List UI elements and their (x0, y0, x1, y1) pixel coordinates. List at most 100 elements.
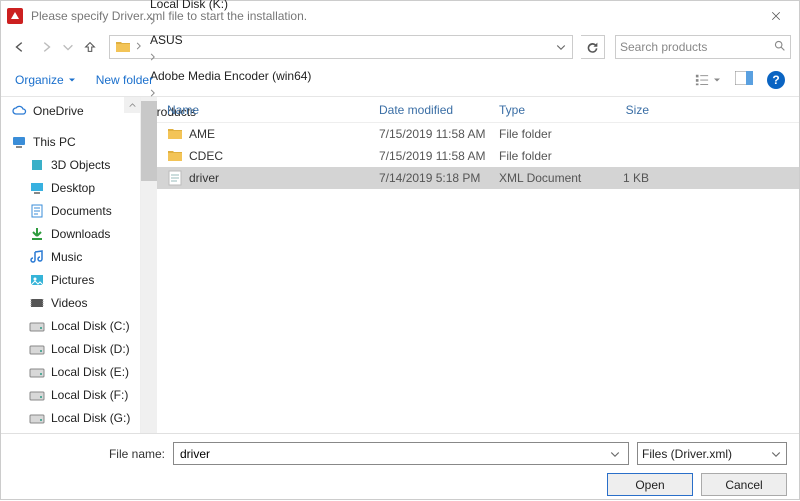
file-row[interactable]: CDEC7/15/2019 11:58 AMFile folder (157, 145, 799, 167)
breadcrumb-item[interactable]: Adobe Media Encoder (win64) (146, 65, 315, 87)
tree-item[interactable]: Local Disk (E:) (1, 360, 140, 383)
file-row[interactable]: AME7/15/2019 11:58 AMFile folder (157, 123, 799, 145)
organize-menu[interactable]: Organize (15, 73, 76, 87)
filename-dropdown[interactable] (606, 448, 624, 460)
column-headers: Name Date modified Type Size (157, 97, 799, 123)
tree-scrollbar[interactable] (141, 97, 157, 433)
cloud-icon (11, 103, 27, 119)
chevron-down-icon (555, 41, 567, 53)
col-date[interactable]: Date modified (379, 103, 499, 117)
refresh-button[interactable] (581, 35, 605, 59)
view-mode-button[interactable] (694, 73, 721, 87)
tree-label: OneDrive (33, 104, 84, 118)
chevron-right-icon[interactable] (132, 40, 146, 54)
file-date: 7/14/2019 5:18 PM (379, 171, 499, 185)
address-dropdown[interactable] (552, 41, 570, 53)
disk-icon (29, 341, 45, 357)
tree-label: Local Disk (F:) (51, 388, 128, 402)
folder-icon (167, 126, 183, 142)
tree-onedrive[interactable]: OneDrive (1, 99, 140, 122)
file-row[interactable]: driver 7/14/2019 5:18 PMXML Document1 KB (157, 167, 799, 189)
nav-recent-dropdown[interactable] (61, 36, 75, 58)
back-icon (13, 40, 27, 54)
tree-item[interactable]: Documents (1, 199, 140, 222)
tree-item[interactable]: Music (1, 245, 140, 268)
pc-icon (11, 134, 27, 150)
file-size: 1 KB (597, 171, 659, 185)
file-date: 7/15/2019 11:58 AM (379, 149, 499, 163)
music-icon (29, 249, 45, 265)
disk-icon (29, 387, 45, 403)
chevron-down-icon (770, 448, 782, 460)
refresh-icon (586, 41, 599, 54)
tree-item[interactable]: Local Disk (H:) (1, 429, 140, 433)
breadcrumb-item[interactable]: ASUS (146, 29, 315, 51)
tree-item[interactable]: Local Disk (G:) (1, 406, 140, 429)
tree-item[interactable]: Local Disk (C:) (1, 314, 140, 337)
col-name[interactable]: Name (167, 103, 379, 117)
search-placeholder: Search products (620, 40, 773, 54)
docs-icon (29, 203, 45, 219)
col-size[interactable]: Size (597, 103, 659, 117)
filename-input[interactable] (173, 442, 629, 465)
folder-icon (114, 38, 132, 56)
tree-item[interactable]: Local Disk (D:) (1, 337, 140, 360)
new-folder-button[interactable]: New folder (96, 73, 153, 87)
filename-label: File name: (13, 447, 165, 461)
tree-label: Documents (51, 204, 112, 218)
desktop-icon (29, 180, 45, 196)
filename-field[interactable] (178, 446, 606, 462)
window-close-button[interactable] (753, 1, 799, 31)
down-icon (29, 226, 45, 242)
chevron-down-icon (68, 76, 76, 84)
chevron-down-icon (713, 76, 721, 84)
chevron-right-icon[interactable] (146, 15, 160, 29)
chevron-right-icon[interactable] (146, 51, 160, 65)
video-icon (29, 295, 45, 311)
file-filter-dropdown[interactable]: Files (Driver.xml) (637, 442, 787, 465)
disk-icon (29, 318, 45, 334)
tree-item[interactable]: 3D Objects (1, 153, 140, 176)
tree-item[interactable]: Videos (1, 291, 140, 314)
preview-icon (735, 71, 753, 85)
pics-icon (29, 272, 45, 288)
nav-back-button[interactable] (9, 36, 31, 58)
preview-pane-button[interactable] (735, 71, 753, 88)
file-name: driver (189, 171, 219, 185)
col-type[interactable]: Type (499, 103, 597, 117)
tree-this-pc[interactable]: This PC (1, 130, 140, 153)
3d-icon (29, 157, 45, 173)
organize-label: Organize (15, 73, 64, 87)
folder-icon (167, 148, 183, 164)
scrollbar-thumb[interactable] (141, 101, 157, 181)
tree-label: Desktop (51, 181, 95, 195)
file-type: XML Document (499, 171, 597, 185)
chevron-down-icon (61, 40, 75, 54)
tree-label: Local Disk (C:) (51, 319, 130, 333)
tree-item[interactable]: Desktop (1, 176, 140, 199)
tree-scroll-up[interactable] (124, 97, 140, 113)
file-list[interactable]: Name Date modified Type Size AME7/15/201… (157, 97, 799, 433)
tree-item[interactable]: Pictures (1, 268, 140, 291)
tree-label: Local Disk (G:) (51, 411, 130, 425)
disk-icon (29, 433, 45, 434)
main-area: OneDrive This PC 3D Objects Desktop Docume… (1, 97, 799, 433)
cancel-button[interactable]: Cancel (701, 473, 787, 496)
xml-icon (167, 170, 183, 186)
open-button[interactable]: Open (607, 473, 693, 496)
nav-forward-button[interactable] (35, 36, 57, 58)
toolbar: Organize New folder ? (1, 63, 799, 97)
nav-tree[interactable]: OneDrive This PC 3D Objects Desktop Docume… (1, 97, 141, 433)
app-icon (7, 8, 23, 24)
tree-label: Downloads (51, 227, 110, 241)
file-name: CDEC (189, 149, 223, 163)
help-button[interactable]: ? (767, 71, 785, 89)
tree-item[interactable]: Local Disk (F:) (1, 383, 140, 406)
breadcrumb-item[interactable]: Local Disk (K:) (146, 0, 315, 15)
filter-label: Files (Driver.xml) (642, 447, 770, 461)
search-box[interactable]: Search products (615, 35, 791, 59)
nav-up-button[interactable] (79, 36, 101, 58)
address-bar[interactable]: This PCLocal Disk (K:)ASUSAdobe Media En… (109, 35, 573, 59)
forward-icon (39, 40, 53, 54)
tree-item[interactable]: Downloads (1, 222, 140, 245)
